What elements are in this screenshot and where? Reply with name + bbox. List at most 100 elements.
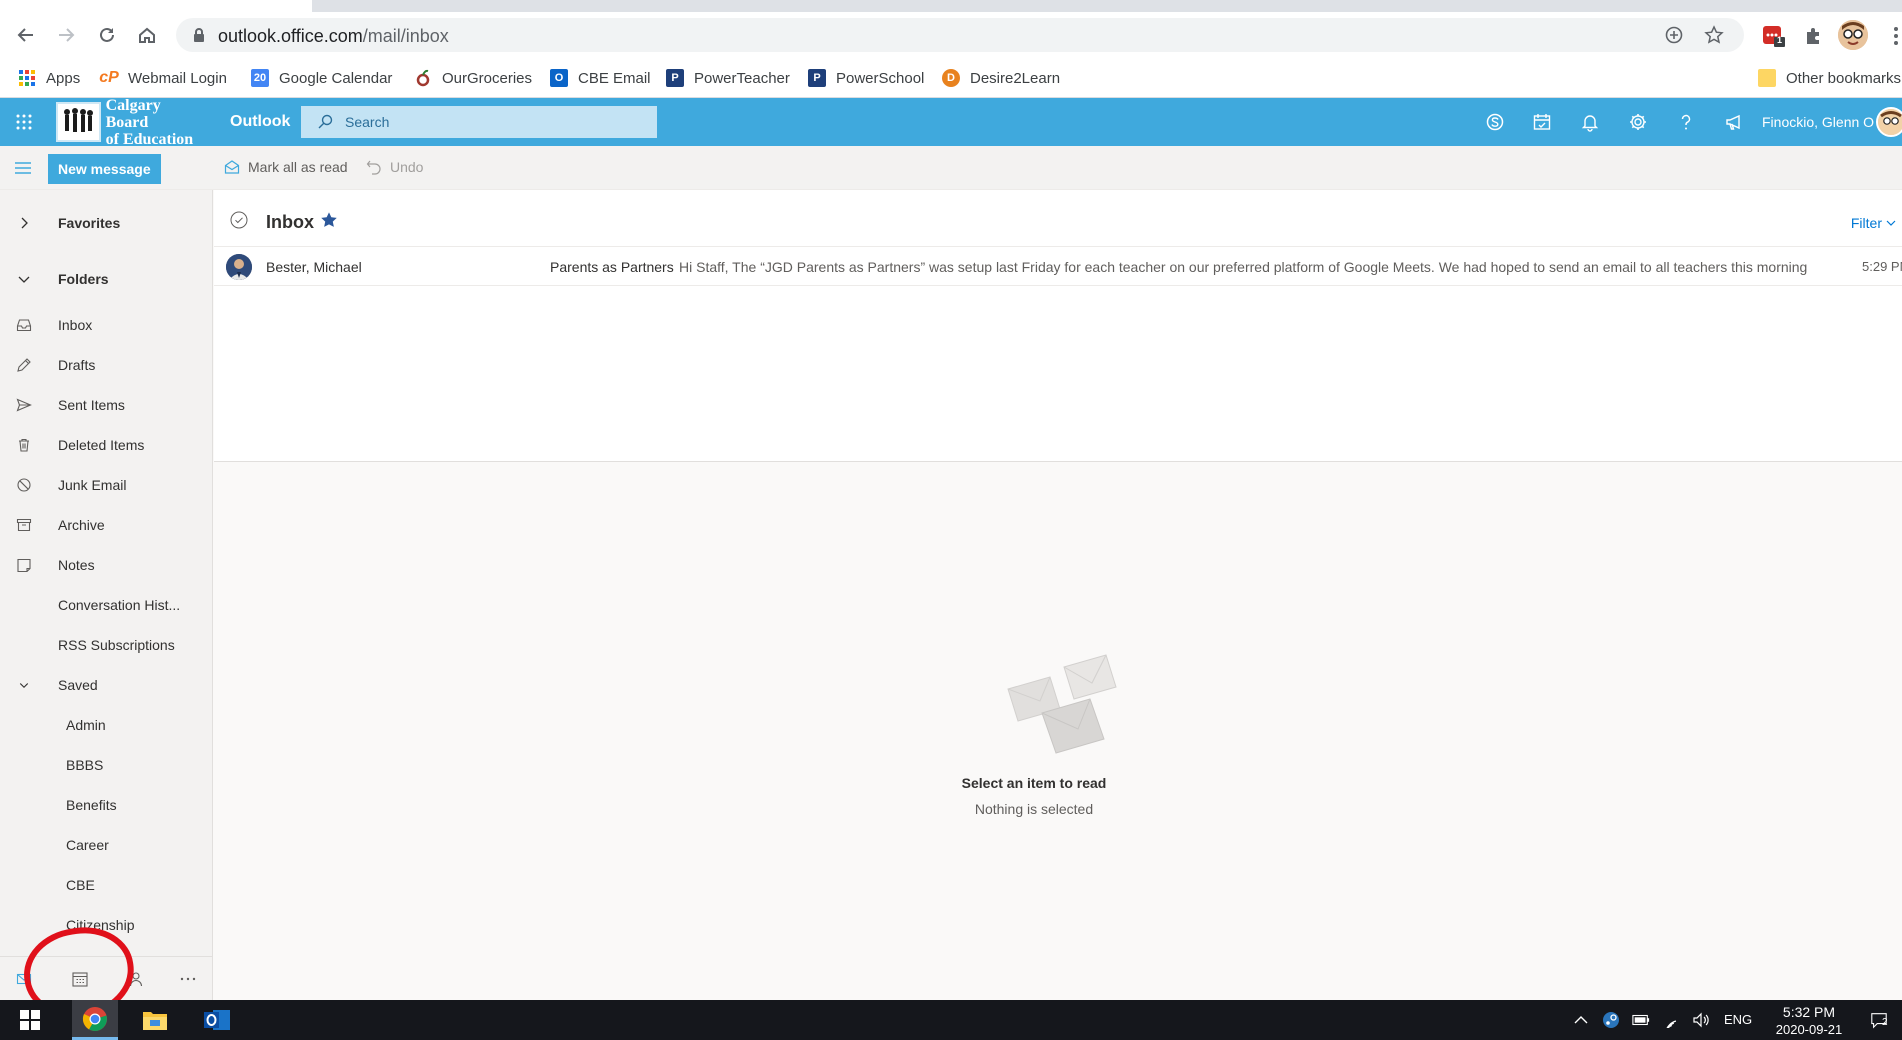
- outlook-icon: O: [550, 69, 568, 87]
- folder-rss-subscriptions[interactable]: RSS Subscriptions: [0, 625, 212, 665]
- people-module-button[interactable]: [126, 969, 146, 989]
- profile-avatar[interactable]: [1838, 20, 1868, 50]
- extension-lastpass[interactable]: 1: [1762, 24, 1786, 48]
- action-center-button[interactable]: 2: [1870, 1011, 1888, 1029]
- new-message-button[interactable]: New message: [48, 154, 161, 184]
- search-box[interactable]: [301, 106, 657, 138]
- bookmark-desire2learn[interactable]: D Desire2Learn: [942, 66, 1060, 90]
- taskbar-outlook[interactable]: [194, 1000, 240, 1040]
- notifications-button[interactable]: [1578, 110, 1602, 134]
- input-language[interactable]: ENG: [1724, 1012, 1752, 1027]
- folder-junk-email[interactable]: Junk Email: [0, 465, 212, 505]
- forward-button[interactable]: [52, 21, 80, 49]
- folder-saved[interactable]: Saved: [0, 665, 212, 705]
- bookmark-powerteacher[interactable]: P PowerTeacher: [666, 66, 790, 90]
- user-avatar[interactable]: [1876, 107, 1902, 137]
- folder-bbbs[interactable]: BBBS: [0, 745, 212, 785]
- bookmark-webmail-login[interactable]: cP Webmail Login: [99, 66, 227, 90]
- tray-volume[interactable]: [1692, 1011, 1710, 1029]
- tray-steam[interactable]: [1602, 1011, 1620, 1029]
- favorites-group[interactable]: Favorites: [0, 203, 212, 243]
- folder-archive[interactable]: Archive: [0, 505, 212, 545]
- folder-benefits[interactable]: Benefits: [0, 785, 212, 825]
- bookmark-label: CBE Email: [578, 69, 651, 87]
- bookmark-google-calendar[interactable]: 20 Google Calendar: [251, 66, 392, 90]
- envelopes-illustration-icon: [1007, 654, 1117, 754]
- folder-icon: [1758, 69, 1776, 87]
- inbox-icon: [16, 319, 32, 332]
- extension-badge: 1: [1777, 35, 1783, 45]
- search-input[interactable]: [345, 114, 645, 130]
- favorite-star-icon[interactable]: [320, 211, 338, 229]
- folder-cbe[interactable]: CBE: [0, 865, 212, 905]
- folder-label: Sent Items: [58, 397, 125, 413]
- more-apps-button[interactable]: [178, 969, 198, 989]
- clock-date[interactable]: 2020-09-21: [1768, 1022, 1850, 1037]
- install-app-icon[interactable]: [1664, 25, 1684, 45]
- folder-inbox[interactable]: Inbox: [0, 305, 212, 345]
- back-button[interactable]: [12, 21, 40, 49]
- bookmark-other-bookmarks[interactable]: Other bookmarks: [1758, 66, 1901, 90]
- folder-sent-items[interactable]: Sent Items: [0, 385, 212, 425]
- windows-logo-icon: [20, 1010, 40, 1030]
- tray-wifi[interactable]: [1662, 1011, 1680, 1029]
- message-list-header: Inbox Filter: [214, 190, 1902, 246]
- bookmark-label: Webmail Login: [128, 69, 227, 87]
- undo-button[interactable]: Undo: [366, 159, 423, 175]
- browser-toolbar: outlook.office.com/mail/inbox 1: [0, 12, 1902, 58]
- app-launcher-button[interactable]: [8, 106, 40, 138]
- settings-button[interactable]: [1626, 110, 1650, 134]
- module-switcher: [0, 956, 213, 1000]
- cbe-logo[interactable]: Calgary Board of Education: [56, 97, 204, 148]
- feedback-button[interactable]: [1722, 110, 1746, 134]
- tray-battery[interactable]: [1632, 1011, 1650, 1029]
- chrome-icon: [82, 1006, 107, 1031]
- my-day-button[interactable]: [1530, 110, 1554, 134]
- mark-all-read-button[interactable]: Mark all as read: [224, 159, 348, 175]
- bookmark-apps[interactable]: Apps: [18, 66, 80, 90]
- bookmark-label: Desire2Learn: [970, 69, 1061, 87]
- folder-career[interactable]: Career: [0, 825, 212, 865]
- taskbar-chrome[interactable]: [72, 1000, 118, 1040]
- filter-label: Filter: [1850, 215, 1882, 231]
- folder-conversation-history[interactable]: Conversation Hist...: [0, 585, 212, 625]
- windows-taskbar: ENG 5:32 PM 2020-09-21 2: [0, 1000, 1902, 1040]
- powerteacher-icon: P: [666, 69, 684, 87]
- bookmark-cbe-email[interactable]: O CBE Email: [550, 66, 651, 90]
- folder-label: Archive: [58, 517, 105, 533]
- extensions-button[interactable]: [1801, 24, 1825, 48]
- app-name[interactable]: Outlook: [230, 113, 290, 131]
- select-all-checkbox-icon[interactable]: [230, 211, 248, 229]
- folder-drafts[interactable]: Drafts: [0, 345, 212, 385]
- browser-menu-button[interactable]: [1884, 24, 1902, 48]
- filter-button[interactable]: Filter: [1851, 215, 1896, 231]
- address-bar[interactable]: outlook.office.com/mail/inbox: [176, 18, 1744, 52]
- folder-deleted-items[interactable]: Deleted Items: [0, 425, 212, 465]
- calendar-module-button[interactable]: [70, 969, 90, 989]
- start-button[interactable]: [0, 1000, 60, 1040]
- clock-time[interactable]: 5:32 PM: [1778, 1004, 1840, 1020]
- wifi-icon: [1665, 1020, 1677, 1028]
- mail-module-button[interactable]: [14, 969, 34, 989]
- empty-state-subtitle: Nothing is selected: [974, 801, 1094, 817]
- message-row[interactable]: Bester, Michael Parents as Partners Hi S…: [214, 246, 1902, 286]
- home-button[interactable]: [133, 21, 161, 49]
- bookmark-ourgroceries[interactable]: OurGroceries: [414, 66, 532, 90]
- skype-button[interactable]: [1483, 110, 1507, 134]
- reload-button[interactable]: [93, 21, 121, 49]
- taskbar-file-explorer[interactable]: [132, 1000, 178, 1040]
- star-bookmark-icon[interactable]: [1704, 25, 1724, 45]
- bookmark-powerschool[interactable]: P PowerSchool: [808, 66, 924, 90]
- active-tab[interactable]: [0, 0, 312, 12]
- folders-group[interactable]: Folders: [0, 259, 212, 299]
- block-icon: [17, 478, 31, 492]
- navigation-toggle-button[interactable]: [12, 157, 34, 179]
- folder-admin[interactable]: Admin: [0, 705, 212, 745]
- folder-notes[interactable]: Notes: [0, 545, 212, 585]
- user-name[interactable]: Finockio, Glenn O: [1762, 114, 1874, 130]
- tray-overflow-button[interactable]: [1572, 1011, 1590, 1029]
- home-icon: [139, 27, 155, 43]
- folder-citizenship[interactable]: Citizenship: [0, 905, 212, 945]
- chevron-down-icon: [18, 276, 30, 283]
- help-button[interactable]: [1674, 110, 1698, 134]
